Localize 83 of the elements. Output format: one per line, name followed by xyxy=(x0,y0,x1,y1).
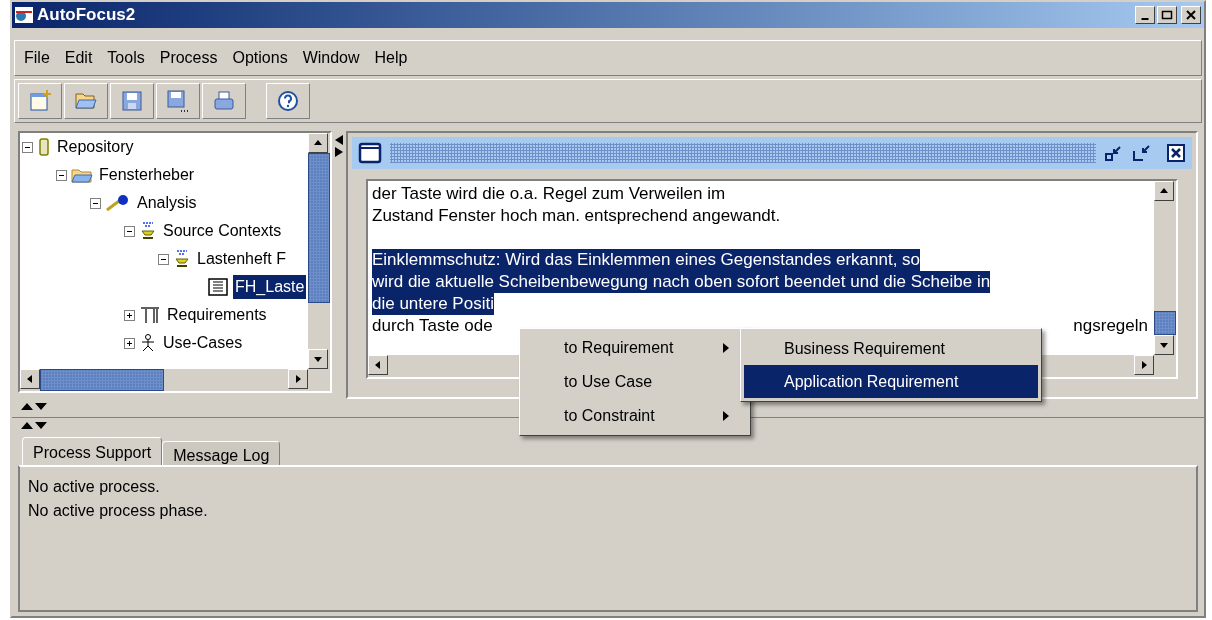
horizontal-scrollbar[interactable] xyxy=(20,369,330,391)
toolbar-button[interactable] xyxy=(64,83,108,119)
close-icon xyxy=(1185,10,1197,20)
submenu-arrow-icon xyxy=(722,342,730,354)
pillars-icon xyxy=(139,306,161,324)
menu-item[interactable]: File xyxy=(19,46,55,70)
plus-icon xyxy=(125,310,134,320)
scroll-down-button[interactable] xyxy=(1154,335,1174,355)
tree-item[interactable]: Fensterheber xyxy=(97,163,197,187)
tree-item[interactable]: Requirements xyxy=(165,303,269,327)
tree-item[interactable]: Analysis xyxy=(135,191,199,215)
toolbar-button[interactable] xyxy=(202,83,246,119)
collapse-icon[interactable] xyxy=(158,253,169,265)
folder-icon xyxy=(71,167,93,183)
minimize-frame-icon[interactable] xyxy=(1104,143,1124,163)
expand-icon[interactable] xyxy=(124,309,135,321)
plus-icon xyxy=(125,338,134,348)
maximize-button[interactable] xyxy=(1157,6,1177,24)
menu-item[interactable]: Tools xyxy=(102,46,150,70)
tree-item[interactable]: Source Contexts xyxy=(161,219,284,243)
stick-figure-icon xyxy=(139,334,157,352)
menu-item[interactable]: Help xyxy=(369,46,413,70)
scroll-up-button[interactable] xyxy=(1154,181,1174,201)
tree-item[interactable]: Repository xyxy=(55,135,136,159)
scroll-thumb[interactable] xyxy=(308,153,330,303)
toolbar-button[interactable] xyxy=(18,83,62,119)
expand-right-icon[interactable] xyxy=(335,147,343,157)
scroll-left-button[interactable] xyxy=(20,369,40,389)
scroll-thumb[interactable] xyxy=(1154,311,1176,335)
new-document-icon xyxy=(28,89,52,113)
scroll-up-button[interactable] xyxy=(308,133,328,153)
editor-line: ngsregeln xyxy=(1073,315,1148,338)
tree-item[interactable]: Use-Cases xyxy=(161,331,245,355)
toolbar-button[interactable] xyxy=(110,83,154,119)
save-as-icon xyxy=(166,89,190,113)
vertical-scrollbar[interactable] xyxy=(1154,181,1176,355)
document-icon xyxy=(207,278,229,296)
window-title: AutoFocus2 xyxy=(37,4,136,27)
toolbar-button[interactable] xyxy=(266,83,310,119)
collapse-icon[interactable] xyxy=(124,225,135,237)
restore-frame-icon[interactable] xyxy=(1132,143,1152,163)
lamp-icon xyxy=(173,249,191,269)
collapse-icon[interactable] xyxy=(90,197,101,209)
tree-item[interactable]: FH_Laste xyxy=(233,275,307,299)
tree-item[interactable]: Lastenheft F xyxy=(195,247,288,271)
scroll-left-button[interactable] xyxy=(368,355,388,375)
vertical-scrollbar[interactable] xyxy=(308,133,330,369)
lamp-icon xyxy=(139,221,157,241)
scroll-down-button[interactable] xyxy=(308,349,328,369)
menu-item[interactable]: Options xyxy=(227,46,293,70)
toolbar-button[interactable] xyxy=(156,83,200,119)
save-icon xyxy=(120,89,144,113)
printer-icon xyxy=(212,89,236,113)
status-message: No active process. xyxy=(28,477,161,497)
help-icon xyxy=(276,89,300,113)
expand-icon[interactable] xyxy=(124,337,135,349)
tab[interactable]: Message Log xyxy=(162,441,281,465)
collapse-left-icon[interactable] xyxy=(335,135,343,145)
menu-item[interactable]: Edit xyxy=(59,46,98,70)
close-button[interactable] xyxy=(1181,6,1201,24)
title-grip[interactable] xyxy=(390,143,1096,163)
menu-item[interactable]: Window xyxy=(297,46,365,70)
scroll-right-button[interactable] xyxy=(288,369,308,389)
window-icon xyxy=(358,142,382,164)
key-icon xyxy=(105,194,131,212)
scroll-thumb[interactable] xyxy=(40,369,164,391)
maximize-icon xyxy=(1161,10,1173,20)
status-message: No active process phase. xyxy=(28,501,209,521)
minimize-button[interactable] xyxy=(1135,6,1155,24)
collapse-icon[interactable] xyxy=(22,141,33,153)
minimize-icon xyxy=(1141,18,1149,20)
menu-item[interactable]: Process xyxy=(154,46,223,70)
collapse-icon[interactable] xyxy=(56,169,67,181)
tab[interactable]: Process Support xyxy=(22,437,163,465)
app-logo-icon xyxy=(15,7,33,23)
menu-item[interactable]: Business Requirement xyxy=(744,332,1038,365)
menu-item[interactable]: to Constraint xyxy=(520,399,750,433)
split-arrows-icon[interactable] xyxy=(20,400,50,412)
cylinder-icon xyxy=(37,138,51,156)
scroll-right-button[interactable] xyxy=(1134,355,1154,375)
menu-item[interactable]: Application Requirement xyxy=(744,365,1038,398)
close-frame-icon[interactable] xyxy=(1166,143,1186,163)
submenu-arrow-icon xyxy=(722,410,730,422)
